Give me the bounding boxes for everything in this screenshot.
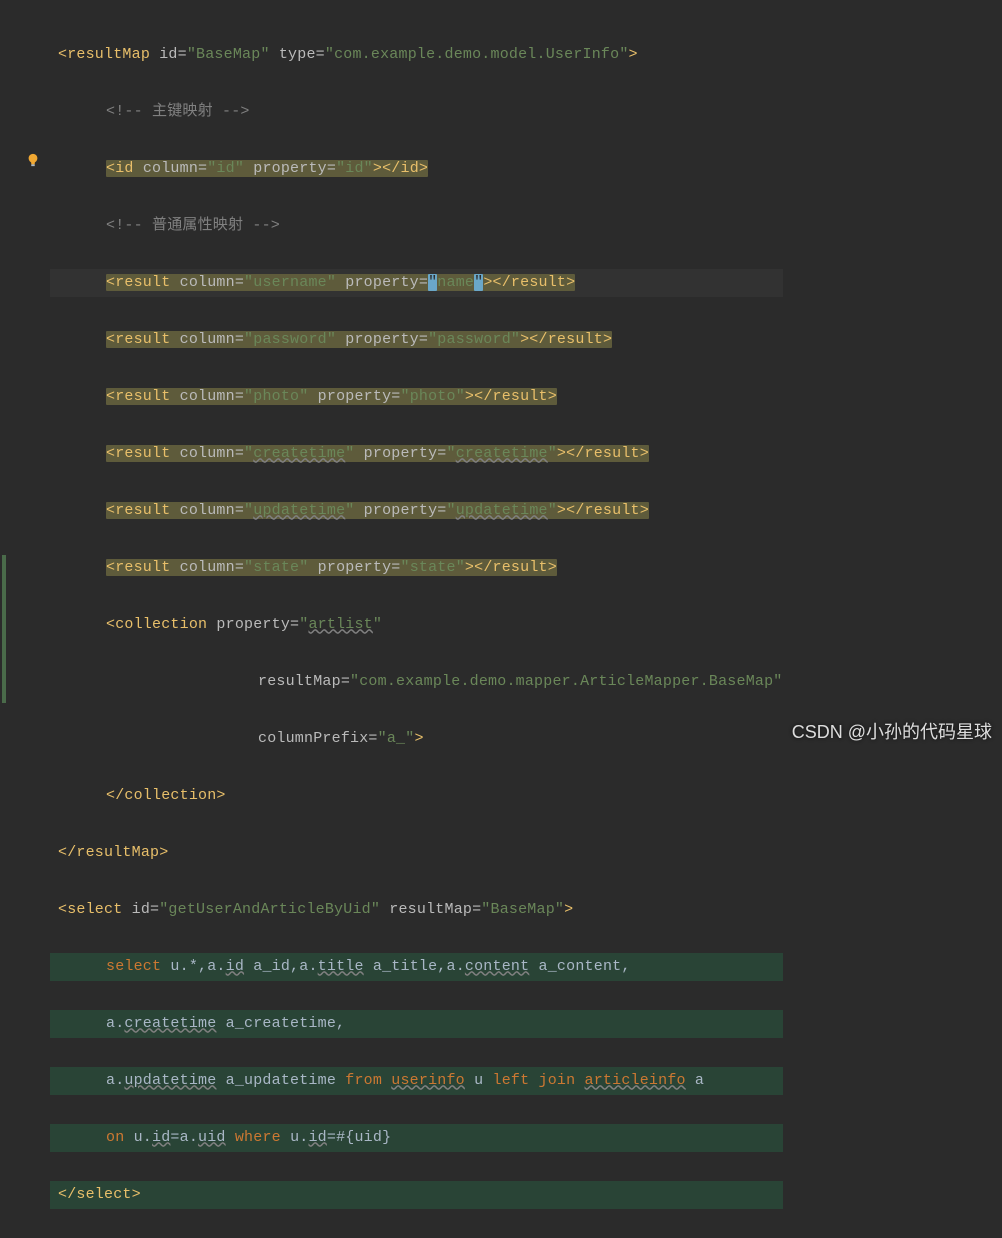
code-line: <resultMap id="BaseMap" type="com.exampl… bbox=[50, 41, 783, 70]
code-line: <result column="photo" property="photo">… bbox=[50, 383, 783, 412]
code-line: a.createtime a_createtime, bbox=[50, 1010, 783, 1039]
change-marker bbox=[2, 555, 6, 703]
code-line: <!-- 主键映射 --> bbox=[50, 98, 783, 127]
code-line: <result column="updatetime" property="up… bbox=[50, 497, 783, 526]
code-line: select u.*,a.id a_id,a.title a_title,a.c… bbox=[50, 953, 783, 982]
code-line: <id column="id" property="id"></id> bbox=[50, 155, 783, 184]
code-editor[interactable]: <resultMap id="BaseMap" type="com.exampl… bbox=[50, 12, 783, 1238]
code-line: <result column="password" property="pass… bbox=[50, 326, 783, 355]
code-line: <!-- 普通属性映射 --> bbox=[50, 212, 783, 241]
code-line: <collection property="artlist" bbox=[50, 611, 783, 640]
code-line-active: <result column="username" property="name… bbox=[50, 269, 783, 298]
code-line: resultMap="com.example.demo.mapper.Artic… bbox=[50, 668, 783, 697]
code-line: </select> bbox=[50, 1181, 783, 1210]
code-line: <select id="getUserAndArticleByUid" resu… bbox=[50, 896, 783, 925]
code-line: </resultMap> bbox=[50, 839, 783, 868]
code-line: on u.id=a.uid where u.id=#{uid} bbox=[50, 1124, 783, 1153]
code-line: <result column="state" property="state">… bbox=[50, 554, 783, 583]
code-line: </collection> bbox=[50, 782, 783, 811]
lightbulb-icon[interactable] bbox=[26, 153, 40, 167]
code-line: columnPrefix="a_"> bbox=[50, 725, 783, 754]
code-line: a.updatetime a_updatetime from userinfo … bbox=[50, 1067, 783, 1096]
code-line: <result column="createtime" property="cr… bbox=[50, 440, 783, 469]
watermark-text: CSDN @小孙的代码星球 bbox=[792, 715, 992, 749]
editor-gutter bbox=[0, 0, 48, 757]
